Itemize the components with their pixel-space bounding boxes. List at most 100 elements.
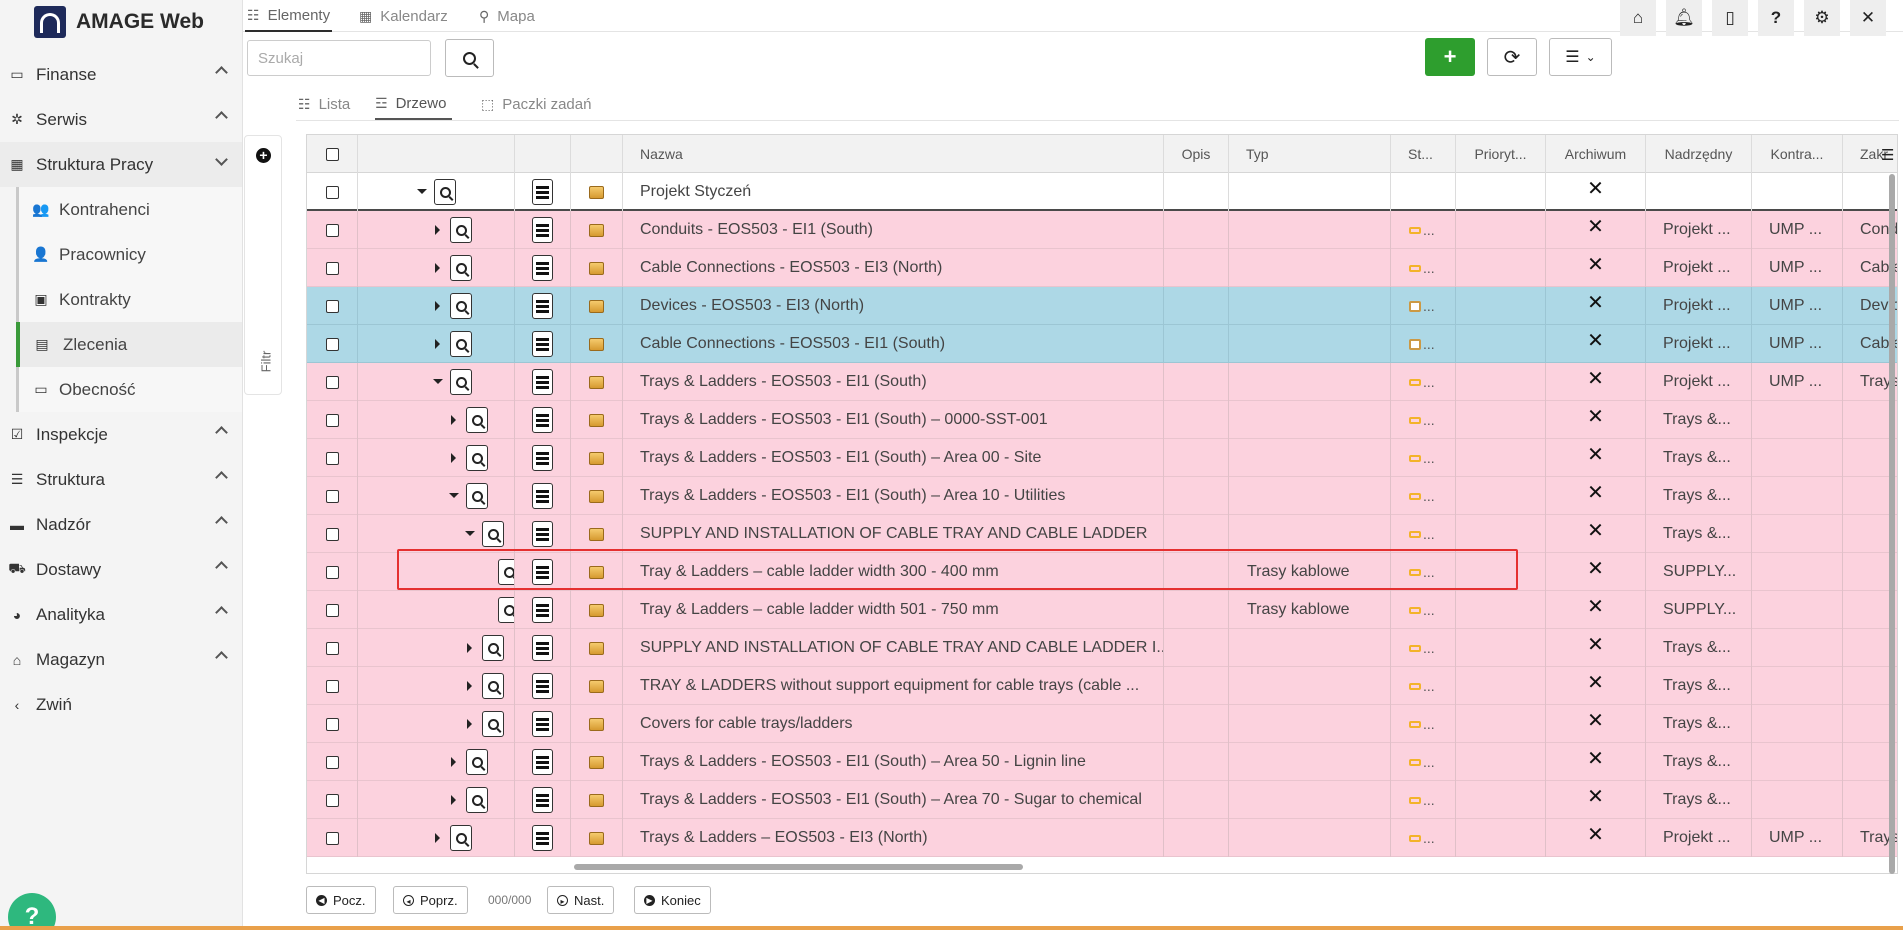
row-menu-button[interactable] xyxy=(532,369,553,395)
add-filter-icon[interactable]: + xyxy=(256,148,271,163)
mobile-button[interactable]: ▯ xyxy=(1712,0,1748,36)
settings-button[interactable]: ⚙ xyxy=(1804,0,1840,36)
row-name[interactable]: Conduits - EOS503 - EI1 (South) xyxy=(623,211,1164,249)
notifications-button[interactable]: 🔔︎ xyxy=(1666,0,1702,36)
help-button[interactable]: ? xyxy=(8,893,56,930)
row-checkbox[interactable] xyxy=(325,679,339,693)
sidebar-item-magazyn[interactable]: ⌂ Magazyn xyxy=(0,637,242,682)
filter-panel-toggle[interactable]: + Filtr xyxy=(244,135,282,395)
row-search-button[interactable] xyxy=(482,673,504,699)
expand-icon[interactable] xyxy=(467,681,472,691)
table-row[interactable]: Cable Connections - EOS503 - EI1 (South)… xyxy=(307,325,1897,363)
row-name[interactable]: Trays & Ladders - EOS503 - EI1 (South) –… xyxy=(623,401,1164,439)
expand-icon[interactable] xyxy=(435,339,440,349)
row-menu-button[interactable] xyxy=(532,597,553,623)
search-button[interactable] xyxy=(445,39,494,77)
collapse-icon[interactable] xyxy=(449,493,459,498)
collapse-icon[interactable] xyxy=(465,531,475,536)
row-search-button[interactable] xyxy=(482,635,504,661)
row-checkbox[interactable] xyxy=(325,831,339,845)
row-checkbox[interactable] xyxy=(325,261,339,275)
row-menu-button[interactable] xyxy=(532,787,553,813)
row-checkbox[interactable] xyxy=(325,717,339,731)
row-name[interactable]: Covers for cable trays/ladders xyxy=(623,705,1164,743)
refresh-button[interactable]: ⟳ xyxy=(1487,38,1537,76)
pager-prev-button[interactable]: ◂ Poprz. xyxy=(393,886,468,914)
column-archiwum[interactable]: Archiwum xyxy=(1546,135,1646,173)
row-name[interactable]: Trays & Ladders - EOS503 - EI1 (South) –… xyxy=(623,781,1164,819)
sidebar-item-pracownicy[interactable]: 👤 Pracownicy xyxy=(19,232,242,277)
table-row[interactable]: Cable Connections - EOS503 - EI3 (North)… xyxy=(307,249,1897,287)
row-name[interactable]: Cable Connections - EOS503 - EI3 (North) xyxy=(623,249,1164,287)
row-name[interactable]: Devices - EOS503 - EI3 (North) xyxy=(623,287,1164,325)
column-menu-icon[interactable]: ☰ xyxy=(1881,146,1894,164)
row-search-button[interactable] xyxy=(498,559,514,585)
search-input[interactable] xyxy=(247,40,431,76)
row-name[interactable]: Trays & Ladders - EOS503 - EI1 (South) xyxy=(623,363,1164,401)
column-opis[interactable]: Opis xyxy=(1164,135,1229,173)
row-menu-button[interactable] xyxy=(532,711,553,737)
row-checkbox[interactable] xyxy=(325,793,339,807)
sidebar-item-inspekcje[interactable]: ☑ Inspekcje xyxy=(0,412,242,457)
tab-mapa[interactable]: ⚲ Mapa xyxy=(479,0,535,32)
row-checkbox[interactable] xyxy=(325,603,339,617)
close-button[interactable]: ✕ xyxy=(1850,0,1886,36)
row-checkbox[interactable] xyxy=(325,223,339,237)
horizontal-scrollbar[interactable] xyxy=(574,864,1023,870)
row-checkbox[interactable] xyxy=(325,299,339,313)
sidebar-item-kontrakty[interactable]: ▣ Kontrakty xyxy=(19,277,242,322)
expand-icon[interactable] xyxy=(451,757,456,767)
row-search-button[interactable] xyxy=(482,521,504,547)
collapse-icon[interactable] xyxy=(417,189,427,194)
sidebar-item-zlecenia[interactable]: ▤ Zlecenia xyxy=(16,322,242,367)
column-nazwa[interactable]: Nazwa xyxy=(623,135,1164,173)
column-status[interactable]: St... xyxy=(1391,135,1456,173)
row-menu-button[interactable] xyxy=(532,445,553,471)
table-row[interactable]: SUPPLY AND INSTALLATION OF CABLE TRAY AN… xyxy=(307,629,1897,667)
table-row[interactable]: Trays & Ladders - EOS503 - EI1 (South) –… xyxy=(307,781,1897,819)
row-checkbox[interactable] xyxy=(325,337,339,351)
tab-paczki-zadan[interactable]: ⬚ Paczki zadań xyxy=(481,88,591,120)
sidebar-item-kontrahenci[interactable]: 👥 Kontrahenci xyxy=(19,187,242,232)
tab-kalendarz[interactable]: ▦ Kalendarz xyxy=(359,0,448,32)
table-row[interactable]: Devices - EOS503 - EI3 (North)... ✕ Projek… xyxy=(307,287,1897,325)
expand-icon[interactable] xyxy=(451,453,456,463)
sidebar-item-dostawy[interactable]: ⛟ Dostawy xyxy=(0,547,242,592)
sidebar-item-nadzor[interactable]: ▬ Nadzór xyxy=(0,502,242,547)
row-menu-button[interactable] xyxy=(532,483,553,509)
row-search-button[interactable] xyxy=(434,179,456,205)
sidebar-item-analityka[interactable]: ◕ Analityka xyxy=(0,592,242,637)
row-menu-button[interactable] xyxy=(532,293,553,319)
row-search-button[interactable] xyxy=(466,445,488,471)
row-name[interactable]: Trays & Ladders - EOS503 - EI1 (South) –… xyxy=(623,743,1164,781)
add-button[interactable]: + xyxy=(1425,38,1475,76)
row-checkbox[interactable] xyxy=(325,185,339,199)
table-row[interactable]: Projekt Styczeń ✕ xyxy=(307,173,1897,211)
sidebar-item-struktura[interactable]: ☰ Struktura xyxy=(0,457,242,502)
sidebar-item-finanse[interactable]: ▭ Finanse xyxy=(0,52,242,97)
home-button[interactable]: ⌂ xyxy=(1620,0,1656,36)
row-search-button[interactable] xyxy=(450,369,472,395)
sidebar-item-serwis[interactable]: ✲ Serwis xyxy=(0,97,242,142)
collapse-icon[interactable] xyxy=(433,379,443,384)
row-search-button[interactable] xyxy=(450,255,472,281)
pager-next-button[interactable]: ▸ Nast. xyxy=(547,886,615,914)
row-menu-button[interactable] xyxy=(532,559,553,585)
expand-icon[interactable] xyxy=(467,643,472,653)
row-search-button[interactable] xyxy=(450,331,472,357)
menu-dropdown-button[interactable]: ☰ ⌄ xyxy=(1549,38,1612,76)
row-checkbox[interactable] xyxy=(325,527,339,541)
row-checkbox[interactable] xyxy=(325,451,339,465)
pager-last-button[interactable]: ▶ Koniec xyxy=(634,886,711,914)
expand-icon[interactable] xyxy=(467,719,472,729)
table-row[interactable]: Trays & Ladders - EOS503 - EI1 (South) –… xyxy=(307,439,1897,477)
row-menu-button[interactable] xyxy=(532,635,553,661)
table-row[interactable]: Trays & Ladders – EOS503 - EI3 (North)..… xyxy=(307,819,1897,857)
table-row[interactable]: SUPPLY AND INSTALLATION OF CABLE TRAY AN… xyxy=(307,515,1897,553)
tab-lista[interactable]: ☷ Lista xyxy=(298,88,350,120)
select-all-checkbox[interactable] xyxy=(325,147,339,161)
row-checkbox[interactable] xyxy=(325,565,339,579)
table-row[interactable]: Tray & Ladders – cable ladder width 501 … xyxy=(307,591,1897,629)
row-name[interactable]: Tray & Ladders – cable ladder width 501 … xyxy=(623,591,1164,629)
sidebar-item-obecnosc[interactable]: ▭ Obecność xyxy=(19,367,242,412)
